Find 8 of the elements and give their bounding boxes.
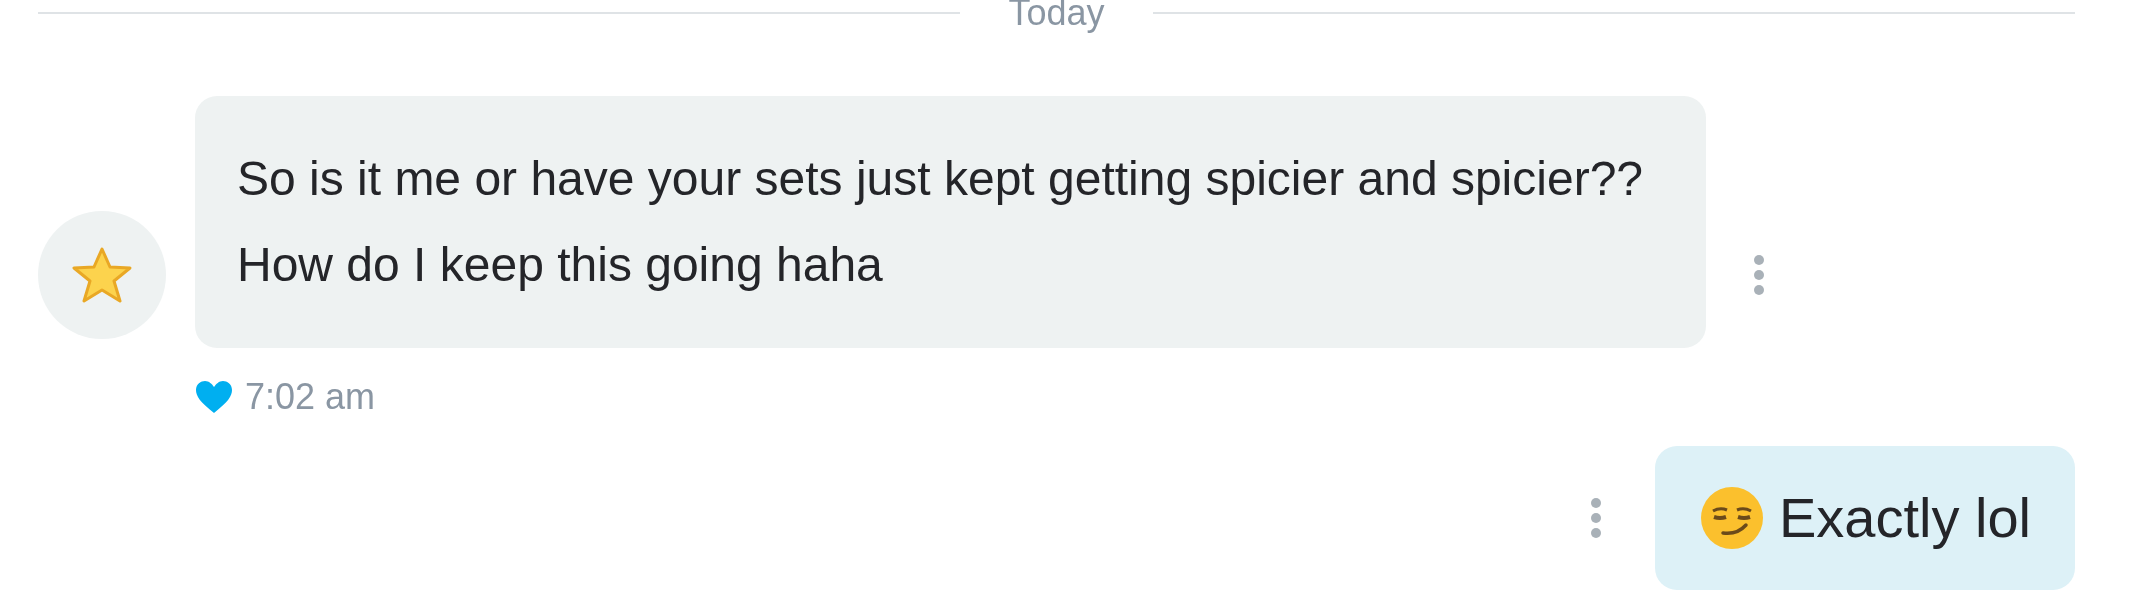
smirk-emoji-icon (1698, 485, 1765, 551)
more-options-icon[interactable] (1752, 253, 1766, 297)
more-options-icon[interactable] (1588, 496, 1603, 540)
message-bubble: Exactly lol (1654, 446, 2075, 590)
message-bubble: So is it me or have your sets just kept getting spicier and spicier?? How do I keep this going haha (195, 96, 1706, 348)
heart-icon[interactable] (195, 380, 233, 414)
star-icon (71, 246, 133, 304)
message-time: 7:02 am (245, 375, 376, 419)
